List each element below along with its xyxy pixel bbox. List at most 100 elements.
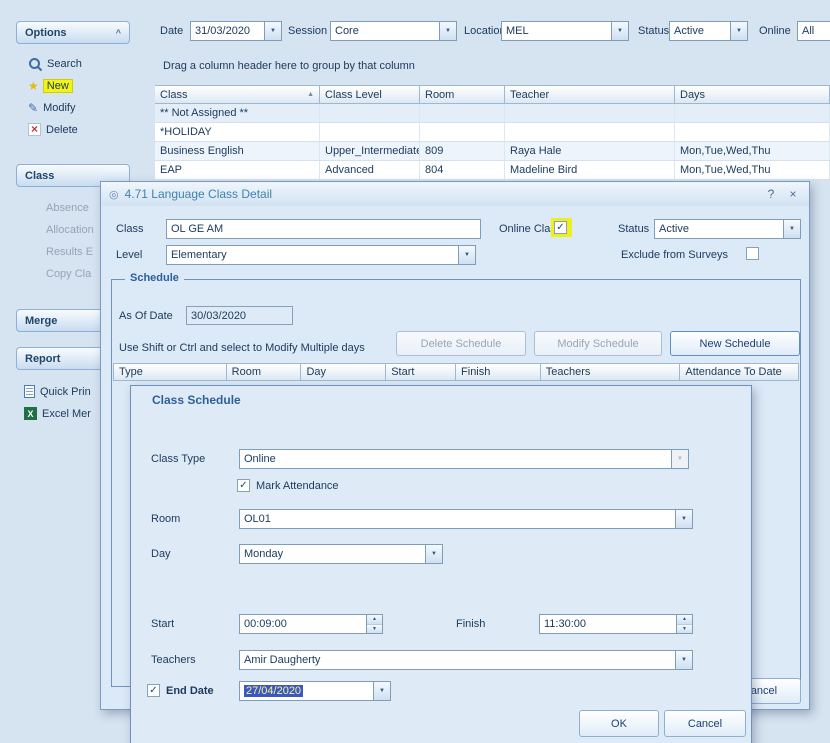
chevron-down-icon[interactable]: ▼	[425, 545, 442, 563]
cancel-button[interactable]: Cancel	[664, 710, 746, 737]
column-header-attendance[interactable]: Attendance To Date	[680, 364, 798, 380]
sidebar-item-quick-print[interactable]: Quick Prin	[24, 385, 91, 398]
cell-days: Mon,Tue,Wed,Thu	[675, 161, 830, 179]
chevron-down-icon[interactable]: ▼	[730, 22, 747, 40]
column-header-day[interactable]: Day	[301, 364, 386, 380]
help-icon[interactable]: ?	[763, 187, 779, 201]
sidebar-item-delete[interactable]: × Delete	[28, 123, 78, 136]
sidebar-panel-options[interactable]: Options ^	[16, 21, 130, 44]
chevron-down-icon[interactable]: ▼	[783, 220, 800, 238]
class-name-input[interactable]: OL GE AM	[166, 219, 481, 239]
cell-teacher: Raya Hale	[505, 142, 675, 160]
class-type-combo: Online ▼	[239, 449, 689, 469]
location-filter-combo[interactable]: MEL ▼	[501, 21, 629, 41]
column-label: Teachers	[546, 366, 591, 378]
sidebar-item-new[interactable]: ★ New	[28, 79, 72, 93]
column-header-finish[interactable]: Finish	[456, 364, 541, 380]
table-row[interactable]: Business English Upper_Intermediate 809 …	[155, 142, 830, 161]
finish-time-spinner[interactable]: 11:30:00 ▲ ▼	[539, 614, 693, 634]
sort-asc-icon: ▲	[307, 91, 314, 98]
sidebar-item-label: New	[44, 80, 72, 92]
spin-down-icon[interactable]: ▼	[367, 625, 382, 634]
table-row[interactable]: *HOLIDAY	[155, 123, 830, 142]
end-date-checkbox[interactable]: ✓	[147, 684, 160, 697]
online-class-checkbox[interactable]: ✓	[554, 221, 567, 234]
status-combo[interactable]: Active ▼	[654, 219, 801, 239]
column-header-room[interactable]: Room	[420, 86, 505, 103]
class-type-value: Online	[240, 453, 671, 465]
column-header-teacher[interactable]: Teacher	[505, 86, 675, 103]
day-combo[interactable]: Monday ▼	[239, 544, 443, 564]
status-value: Active	[655, 223, 783, 235]
exclude-surveys-checkbox[interactable]	[746, 247, 759, 260]
button-label: OK	[611, 718, 627, 730]
print-icon	[24, 385, 35, 398]
spin-up-icon[interactable]: ▲	[367, 615, 382, 625]
close-icon[interactable]: ×	[785, 187, 801, 201]
sidebar-item-excel-merge[interactable]: X Excel Mer	[24, 407, 91, 420]
online-filter-label: Online	[759, 25, 791, 37]
room-combo[interactable]: OL01 ▼	[239, 509, 693, 529]
chevron-down-icon[interactable]: ▼	[611, 22, 628, 40]
sidebar-item-copy-class: Copy Cla	[46, 268, 91, 280]
end-date-combo[interactable]: 27/04/2020 ▼	[239, 681, 391, 701]
class-schedule-dialog: Class Schedule Class Type Online ▼ ✓ Mar…	[130, 385, 752, 743]
ok-button[interactable]: OK	[579, 710, 659, 737]
spin-down-icon[interactable]: ▼	[677, 625, 692, 634]
chevron-up-icon[interactable]: ^	[116, 28, 121, 38]
end-date-value: 27/04/2020	[244, 685, 303, 697]
sidebar-item-label: Excel Mer	[42, 408, 91, 420]
column-header-teachers[interactable]: Teachers	[541, 364, 681, 380]
level-combo[interactable]: Elementary ▼	[166, 245, 476, 265]
cell-class-level: Advanced	[320, 161, 420, 179]
sidebar-item-label: Modify	[43, 102, 75, 114]
new-schedule-button[interactable]: New Schedule	[670, 331, 800, 356]
chevron-down-icon[interactable]: ▼	[264, 22, 281, 40]
modify-schedule-button: Modify Schedule	[534, 331, 662, 356]
chevron-down-icon[interactable]: ▼	[458, 246, 475, 264]
as-of-date-label: As Of Date	[119, 310, 173, 322]
new-star-icon: ★	[28, 79, 39, 93]
chevron-down-icon[interactable]: ▼	[675, 510, 692, 528]
session-filter-value: Core	[331, 25, 439, 37]
start-label: Start	[151, 618, 174, 630]
column-header-class[interactable]: Class ▲	[155, 86, 320, 103]
cell-class: EAP	[155, 161, 320, 179]
session-filter-combo[interactable]: Core ▼	[330, 21, 457, 41]
sidebar-item-search[interactable]: Search	[28, 57, 82, 71]
online-filter-combo[interactable]: All	[797, 21, 830, 41]
date-filter-combo[interactable]: 31/03/2020 ▼	[190, 21, 282, 41]
column-header-class-level[interactable]: Class Level	[320, 86, 420, 103]
column-header-start[interactable]: Start	[386, 364, 456, 380]
column-header-days[interactable]: Days	[675, 86, 830, 103]
spinner-buttons[interactable]: ▲ ▼	[676, 615, 692, 633]
teachers-combo[interactable]: Amir Daugherty ▼	[239, 650, 693, 670]
class-name-value: OL GE AM	[167, 223, 480, 235]
chevron-down-icon[interactable]: ▼	[675, 651, 692, 669]
column-label: Class	[160, 89, 188, 101]
as-of-date-field[interactable]: 30/03/2020	[186, 306, 293, 325]
spin-up-icon[interactable]: ▲	[677, 615, 692, 625]
column-label: Attendance To Date	[685, 366, 781, 378]
cell-teacher	[505, 104, 675, 122]
mark-attendance-checkbox[interactable]: ✓	[237, 479, 250, 492]
status-filter-combo[interactable]: Active ▼	[669, 21, 748, 41]
online-filter-value: All	[798, 25, 830, 37]
table-row[interactable]: ** Not Assigned **	[155, 104, 830, 123]
chevron-down-icon[interactable]: ▼	[439, 22, 456, 40]
date-filter-label: Date	[160, 25, 183, 37]
column-header-room[interactable]: Room	[227, 364, 302, 380]
sidebar-item-modify[interactable]: ✎ Modify	[28, 101, 75, 115]
chevron-down-icon[interactable]: ▼	[373, 682, 390, 700]
sidebar-item-label: Absence	[46, 202, 89, 214]
session-filter-label: Session	[288, 25, 327, 37]
day-value: Monday	[240, 548, 425, 560]
dialog-titlebar[interactable]: ◎ 4.71 Language Class Detail ? ×	[101, 182, 809, 206]
column-label: Finish	[461, 366, 490, 378]
spinner-buttons[interactable]: ▲ ▼	[366, 615, 382, 633]
sidebar-item-allocation: Allocation	[46, 224, 94, 236]
column-header-type[interactable]: Type	[114, 364, 227, 380]
sidebar-item-label: Allocation	[46, 224, 94, 236]
table-row[interactable]: EAP Advanced 804 Madeline Bird Mon,Tue,W…	[155, 161, 830, 180]
start-time-spinner[interactable]: 00:09:00 ▲ ▼	[239, 614, 383, 634]
